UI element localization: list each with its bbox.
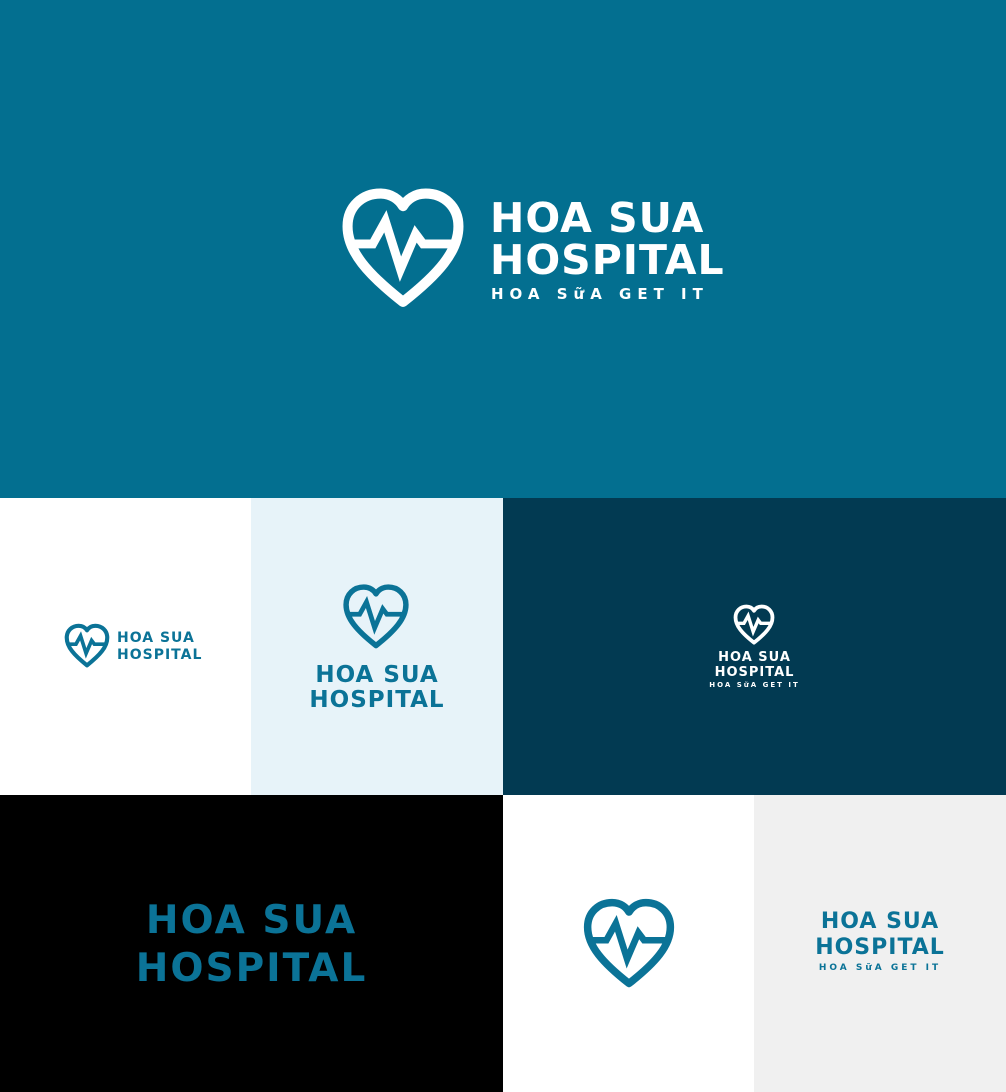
heart-pulse-icon xyxy=(733,604,775,646)
brand-line2: HOSPITAL xyxy=(135,946,368,991)
heart-pulse-icon xyxy=(582,897,676,991)
heart-pulse-icon xyxy=(342,583,410,651)
brand-line1: HOA SUA xyxy=(718,650,791,665)
brand-line2: HOSPITAL xyxy=(309,687,445,713)
brand-line2: HOSPITAL xyxy=(490,236,725,284)
dark-panel-stacked-logo: HOA SUA HOSPITAL HOA SữA GET IT xyxy=(503,498,1006,795)
brand-tagline: HOA SữA GET IT xyxy=(709,681,800,689)
brand-tagline: HOA SữA GET IT xyxy=(818,963,942,973)
brand-line1: HOA SUA xyxy=(490,194,705,242)
black-panel-wordmark: HOA SUA HOSPITAL xyxy=(0,795,503,1092)
brand-line2: HOSPITAL xyxy=(714,665,795,680)
hero-panel: HOA SUA HOSPITAL HOA SữA GET IT xyxy=(0,0,1006,498)
white-panel-horizontal-logo: HOA SUA HOSPITAL xyxy=(0,498,251,795)
brand-line1: HOA SUA xyxy=(145,898,358,943)
brand-tagline: HOA SữA GET IT xyxy=(491,285,709,303)
heart-pulse-icon xyxy=(340,186,466,312)
brand-line2: HOSPITAL xyxy=(117,647,203,663)
brand-line1: HOA SUA xyxy=(820,909,940,934)
white-panel-icon xyxy=(503,795,754,1092)
gray-panel-wordmark: HOA SUA HOSPITAL HOA SữA GET IT xyxy=(754,795,1006,1092)
light-panel-stacked-logo: HOA SUA HOSPITAL xyxy=(251,498,503,795)
brand-line2: HOSPITAL xyxy=(815,935,945,960)
brand-line1: HOA SUA xyxy=(315,662,439,688)
brand-line1: HOA SUA xyxy=(117,630,195,646)
heart-pulse-icon xyxy=(64,623,110,669)
